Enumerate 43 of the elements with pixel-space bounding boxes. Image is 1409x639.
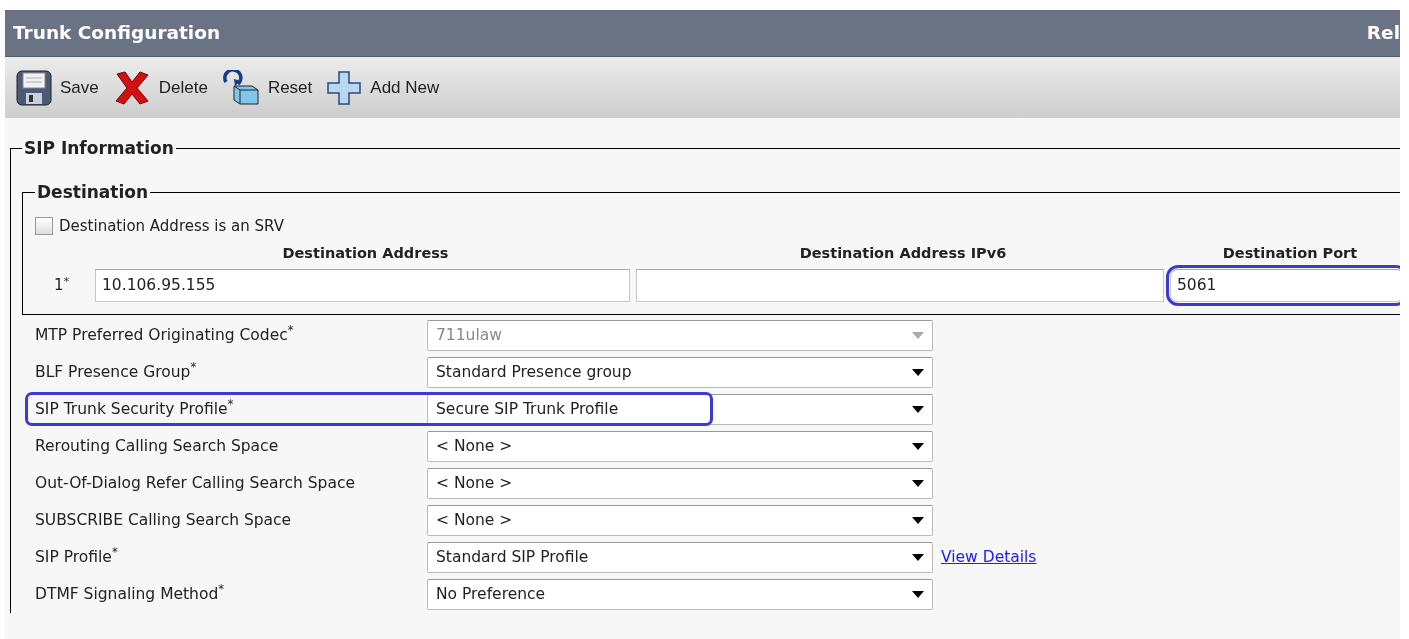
field-label: Rerouting Calling Search Space — [35, 435, 280, 457]
view-details-link[interactable]: View Details — [941, 545, 1037, 570]
dropdown[interactable]: Standard Presence group — [427, 357, 933, 389]
field-label: SIP Trunk Security Profile$^{*}$ — [35, 397, 235, 420]
dropdown[interactable]: < None > — [427, 505, 933, 537]
plus-icon — [326, 69, 363, 106]
dropdown[interactable]: Standard SIP Profile — [427, 542, 933, 574]
caret-icon — [912, 554, 924, 562]
field-label: MTP Preferred Originating Codec$^{*}$ — [35, 323, 295, 346]
field-label: SIP Profile$^{*}$ — [35, 545, 119, 568]
caret-icon — [912, 406, 924, 414]
reset-cube-icon — [221, 69, 260, 106]
checkbox-label: Destination Address is an SRV — [59, 215, 284, 237]
caret-icon — [912, 517, 924, 525]
section-legend: Destination — [35, 182, 151, 203]
reset-button[interactable]: Reset — [217, 69, 317, 106]
cross-icon — [112, 69, 151, 106]
caret-icon — [912, 369, 924, 377]
row-number: 1$^{*}$ — [53, 274, 71, 297]
column-header: Destination Address — [281, 244, 450, 264]
srv-checkbox[interactable] — [35, 217, 53, 236]
delete-button[interactable]: Delete — [108, 69, 212, 106]
address-field[interactable]: 10.106.95.155 — [95, 269, 630, 303]
field-label: BLF Presence Group$^{*}$ — [35, 360, 198, 383]
section-legend: SIP Information — [22, 138, 176, 159]
page-title: Trunk Configuration — [13, 21, 221, 46]
caret-icon — [912, 332, 924, 340]
caret-icon — [912, 480, 924, 488]
page-title-fragment: Rel — [1366, 21, 1400, 46]
field-label: DTMF Signaling Method$^{*}$ — [35, 582, 226, 605]
column-header: Destination Port — [1221, 244, 1359, 264]
dropdown[interactable]: < None > — [427, 431, 933, 463]
dropdown[interactable]: Secure SIP Trunk Profile — [427, 394, 933, 426]
save-button[interactable]: Save — [12, 69, 103, 106]
column-header: Destination Address IPv6 — [798, 244, 1008, 264]
ipv6-field[interactable] — [636, 269, 1164, 303]
dropdown[interactable]: < None > — [427, 468, 933, 500]
field-label: SUBSCRIBE Calling Search Space — [35, 509, 293, 531]
caret-icon — [912, 443, 924, 451]
add-new-button[interactable]: Add New — [322, 69, 444, 106]
field-label: Out-Of-Dialog Refer Calling Search Space — [35, 472, 356, 494]
dropdown[interactable]: No Preference — [427, 579, 933, 611]
caret-icon — [912, 591, 924, 599]
